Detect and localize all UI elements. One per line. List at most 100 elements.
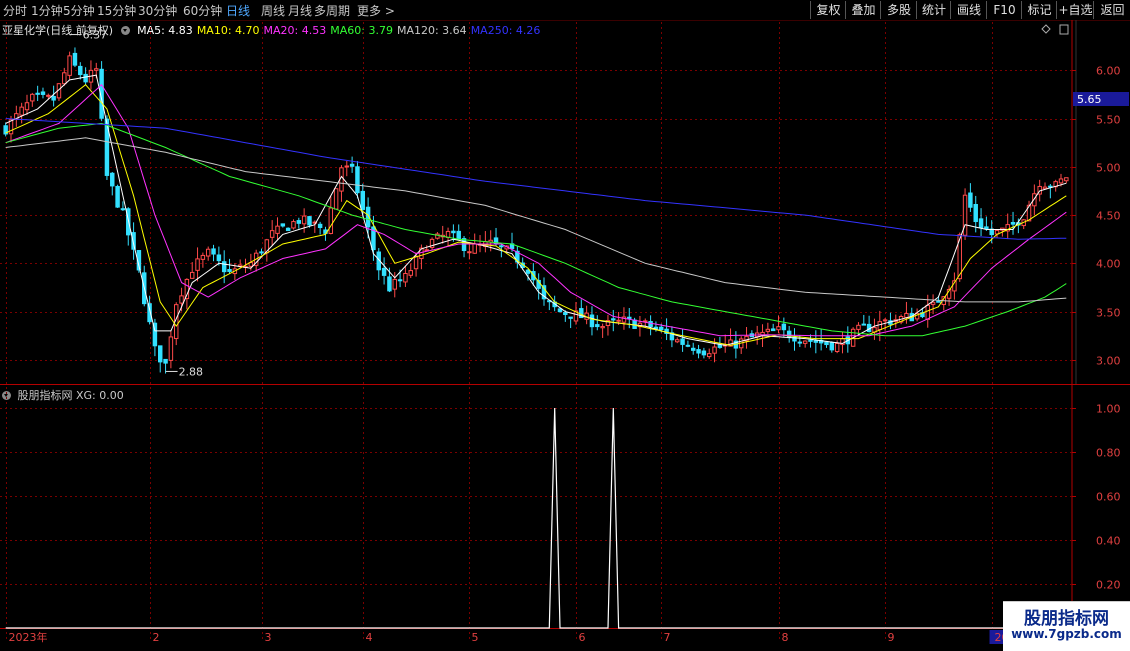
candle-body: [557, 308, 563, 313]
candle-body: [381, 267, 387, 276]
candle-body: [227, 268, 232, 272]
candle-body: [691, 347, 696, 351]
candle-body: [627, 316, 632, 320]
candle-body: [200, 254, 206, 260]
price-tick-label: 4.00: [1096, 258, 1121, 271]
candle-body: [589, 314, 595, 328]
candle-body: [968, 192, 973, 208]
candle-body: [62, 72, 67, 85]
candle-body: [824, 341, 829, 346]
candle-body: [46, 94, 51, 97]
candle-body: [413, 255, 419, 270]
candle-body: [269, 230, 275, 238]
xg-indicator-line: [5, 407, 1067, 629]
price-tick-label: 5.00: [1096, 162, 1121, 175]
candle-body: [706, 353, 712, 358]
candle-body: [221, 261, 227, 273]
candle-body: [973, 203, 978, 223]
high-annotation: 6.37: [83, 29, 108, 42]
candle-body: [813, 340, 819, 343]
window-icon[interactable]: [1059, 24, 1069, 35]
candle-body: [882, 319, 888, 322]
indicator-tick-label: 0.80: [1096, 447, 1121, 460]
ma-line-ma120: [5, 137, 1067, 303]
low-annotation: 2.88: [179, 365, 204, 378]
time-tick-label: 5: [472, 631, 479, 644]
candle-body: [349, 163, 355, 167]
time-tick-label: 6: [579, 631, 586, 644]
ma-line-ma5: [5, 74, 1067, 346]
candle-body: [83, 73, 88, 83]
candle-body: [611, 318, 616, 321]
candle-body: [211, 248, 216, 255]
watermark-url: www.7gpzb.com: [1011, 627, 1122, 641]
candle-body: [403, 272, 408, 283]
candle-body: [387, 276, 392, 292]
candle-body: [259, 251, 264, 254]
candle-body: [786, 330, 792, 339]
candle-body: [333, 188, 339, 210]
indicator-tick-label: 0.20: [1096, 579, 1121, 592]
candle-body: [296, 220, 302, 224]
candle-body: [355, 166, 360, 194]
candle-body: [712, 346, 717, 354]
candle-body: [765, 328, 771, 332]
candle-body: [397, 279, 403, 282]
candle-body: [67, 55, 72, 76]
candle-body: [856, 324, 861, 330]
candle-body: [595, 324, 600, 328]
candle-body: [301, 215, 307, 225]
candle-body: [1010, 222, 1016, 225]
candle-body: [568, 316, 573, 319]
candle-body: [291, 221, 296, 229]
candle-body: [834, 342, 840, 352]
candle-body: [525, 269, 531, 274]
time-tick-label: 8: [782, 631, 789, 644]
candle-body: [163, 358, 168, 364]
candle-body: [984, 226, 989, 230]
candle-body: [659, 326, 664, 331]
candle-body: [179, 295, 184, 304]
candle-body: [696, 349, 701, 354]
indicator-tick-label: 1.00: [1096, 403, 1121, 416]
candle-body: [24, 102, 30, 111]
candle-body: [72, 52, 78, 66]
candle-body: [776, 326, 781, 331]
candle-body: [461, 238, 467, 251]
time-tick-label: 2: [153, 631, 160, 644]
candle-body: [360, 190, 366, 210]
candle-body: [467, 251, 472, 254]
candle-body: [877, 321, 883, 331]
candle-body: [1058, 178, 1064, 184]
price-tick-label: 3.50: [1096, 307, 1121, 320]
time-tick-label: 9: [888, 631, 895, 644]
price-tick-label: 5.50: [1096, 114, 1121, 127]
candle-body: [616, 319, 621, 322]
candle-body: [51, 96, 56, 101]
candle-body: [168, 336, 174, 361]
candle-body: [904, 312, 909, 318]
candle-body: [35, 92, 40, 95]
candle-body: [685, 344, 691, 347]
candle-body: [195, 258, 200, 271]
candle-body: [930, 301, 936, 305]
time-tick-label: 3: [265, 631, 272, 644]
candle-body: [456, 230, 461, 240]
candle-body: [1042, 186, 1048, 190]
diamond-icon[interactable]: [1041, 24, 1051, 34]
indicator-tick-label: 0.40: [1096, 535, 1121, 548]
candle-body: [280, 223, 286, 227]
candle-body: [285, 227, 291, 232]
candle-body: [802, 340, 808, 344]
candle-body: [275, 225, 280, 234]
candle-body: [499, 245, 504, 248]
stock-chart[interactable]: 6.00 5.50 5.00 4.50 4.00 3.50 3.00 1.00 0.80 0.60…: [0, 0, 1130, 650]
candle-body: [78, 65, 83, 76]
candle-body: [1064, 177, 1069, 182]
candle-body: [717, 344, 723, 348]
candle-body: [701, 350, 707, 356]
candle-body: [978, 218, 984, 229]
candle-body: [797, 341, 803, 344]
candle-body: [115, 185, 120, 208]
time-tick-label: 7: [664, 631, 671, 644]
